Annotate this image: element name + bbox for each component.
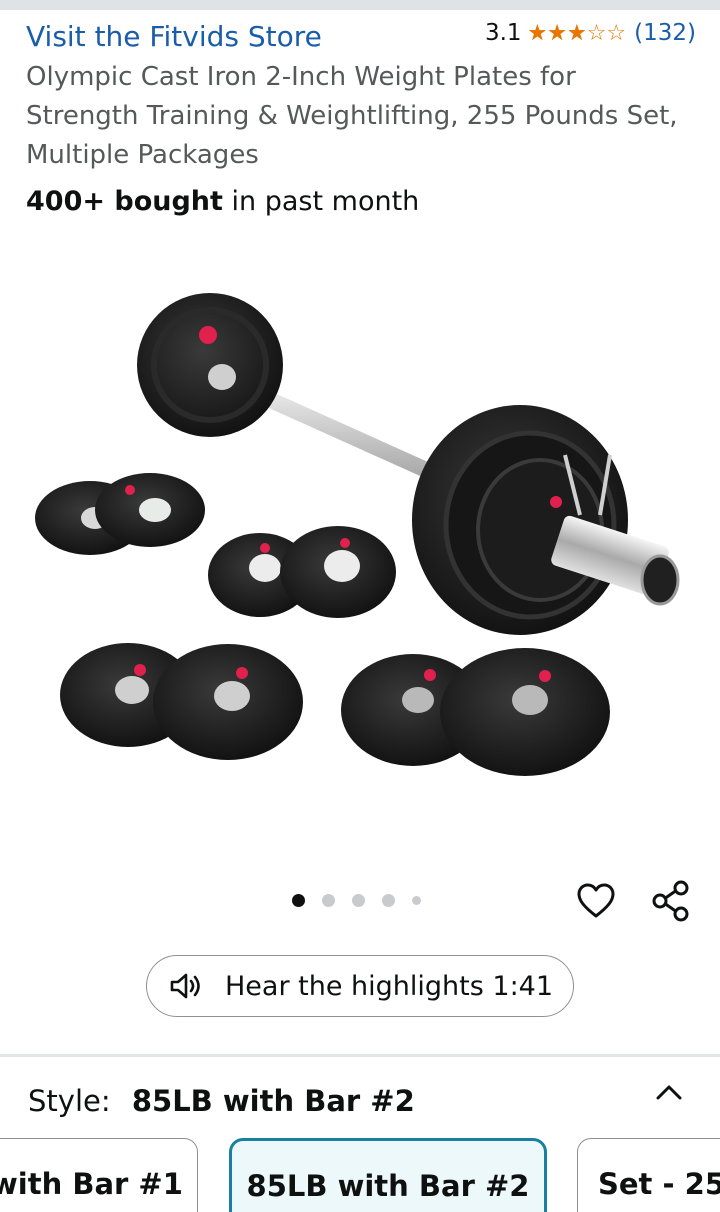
bought-count-rest: in past month <box>231 186 420 217</box>
hear-highlights-button[interactable]: Hear the highlights 1:41 <box>146 955 574 1017</box>
carousel-dot[interactable] <box>412 896 421 905</box>
bought-count-bold: 400+ bought <box>26 186 223 217</box>
star-rating-icon: ☆☆☆☆☆ ★★★★★ <box>527 20 627 46</box>
product-title: Olympic Cast Iron 2-Inch Weight Plates f… <box>26 62 678 170</box>
bought-count: 400+ bought in past month <box>26 186 419 217</box>
rating[interactable]: 3.1 ☆☆☆☆☆ ★★★★★ (132) <box>485 20 696 46</box>
style-option-selected[interactable]: 85LB with Bar #2 <box>229 1138 547 1212</box>
carousel-dot[interactable] <box>292 894 305 907</box>
style-selected-value: 85LB with Bar #2 <box>131 1084 415 1118</box>
style-options: with Bar #1 85LB with Bar #2 Set - 25 <box>0 1138 720 1212</box>
style-option[interactable]: Set - 25 <box>577 1138 720 1212</box>
style-option[interactable]: with Bar #1 <box>0 1138 198 1212</box>
style-selector-label: Style: 85LB with Bar #2 <box>28 1084 415 1118</box>
carousel-dot[interactable] <box>352 894 365 907</box>
store-link[interactable]: Visit the Fitvids Store <box>26 20 322 53</box>
share-icon[interactable] <box>650 880 692 922</box>
product-image[interactable] <box>20 280 700 800</box>
top-strip <box>0 0 720 10</box>
rating-value: 3.1 <box>484 20 522 46</box>
heart-icon[interactable] <box>575 880 617 922</box>
chevron-up-icon[interactable] <box>652 1078 686 1108</box>
section-divider <box>0 1054 720 1057</box>
style-label: Style: <box>28 1084 111 1118</box>
carousel-dots[interactable] <box>292 894 438 907</box>
carousel-dot[interactable] <box>382 894 395 907</box>
hear-highlights-label: Hear the highlights 1:41 <box>225 970 554 1002</box>
speaker-icon <box>170 973 200 999</box>
carousel-dot[interactable] <box>322 894 335 907</box>
rating-count[interactable]: (132) <box>634 20 696 46</box>
store-rating-row: Visit the Fitvids Store 3.1 ☆☆☆☆☆ ★★★★★ … <box>26 18 696 58</box>
